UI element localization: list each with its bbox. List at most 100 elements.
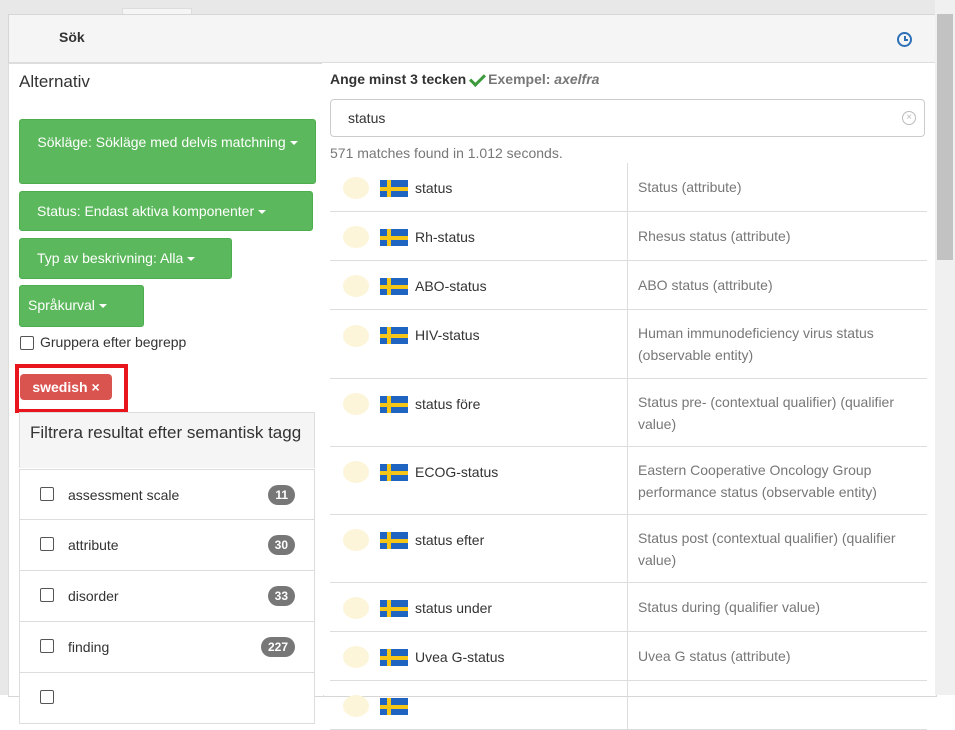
- semantic-tag-count-badge: 11: [268, 485, 295, 505]
- status-dropdown[interactable]: Status: Endast aktiva komponenter: [19, 191, 313, 231]
- status-label: Status: Endast aktiva komponenter: [37, 203, 255, 219]
- results-column: Ange minst 3 tecken Exempel: axelfra stat…: [322, 63, 935, 730]
- swedish-flag-icon: [380, 278, 408, 295]
- search-mode-label: Sökläge: Sökläge med delvis matchning: [37, 134, 286, 150]
- group-by-concept-checkbox[interactable]: [20, 336, 34, 351]
- result-row[interactable]: ECOG-status Eastern Cooperative Oncology…: [330, 447, 927, 515]
- search-input[interactable]: status ×: [330, 99, 925, 137]
- result-term[interactable]: status före: [415, 396, 480, 412]
- example-value: axelfra: [554, 71, 600, 87]
- semantic-tag-checkbox[interactable]: [40, 639, 54, 653]
- result-row[interactable]: HIV-status Human immunodeficiency virus …: [330, 310, 927, 379]
- status-dot-icon: [343, 597, 369, 619]
- semantic-tag-list: assessment scale 11 attribute 30 disorde…: [19, 469, 315, 724]
- semantic-tag-count-badge: 33: [267, 586, 295, 606]
- result-row[interactable]: status efter Status post (contextual qua…: [330, 515, 927, 583]
- result-description: Status during (qualifier value): [638, 599, 821, 615]
- result-row[interactable]: status före Status pre- (contextual qual…: [330, 379, 927, 447]
- status-dot-icon: [343, 393, 369, 415]
- semantic-tag-checkbox[interactable]: [40, 588, 54, 602]
- result-term-cell: ECOG-status: [330, 447, 628, 514]
- semantic-tag-item[interactable]: disorder 33: [19, 571, 315, 622]
- semantic-tag-label: assessment scale: [68, 487, 180, 503]
- result-row[interactable]: Uvea G-status Uvea G status (attribute): [330, 632, 927, 681]
- result-term[interactable]: status efter: [415, 532, 484, 548]
- result-term[interactable]: ABO-status: [415, 278, 487, 294]
- swedish-flag-icon: [380, 600, 408, 617]
- swedish-flag-icon: [380, 464, 408, 481]
- swedish-flag-icon: [380, 396, 408, 413]
- result-row[interactable]: [330, 681, 927, 730]
- semantic-tag-label: finding: [68, 639, 110, 655]
- result-term[interactable]: status under: [415, 600, 492, 616]
- status-dot-icon: [343, 461, 369, 483]
- status-dot-icon: [343, 325, 369, 347]
- result-description: Uvea G status (attribute): [638, 648, 791, 664]
- result-term-cell: status: [330, 163, 628, 211]
- description-type-dropdown[interactable]: Typ av beskrivning: Alla: [19, 238, 232, 279]
- scrollbar-thumb[interactable]: [937, 14, 953, 260]
- result-term-cell: status efter: [330, 515, 628, 582]
- panel-header: Sök: [9, 15, 936, 63]
- semantic-tag-checkbox[interactable]: [40, 487, 54, 501]
- language-filter-tag[interactable]: swedish ×: [20, 374, 112, 400]
- result-term[interactable]: Rh-status: [415, 229, 475, 245]
- group-by-concept[interactable]: Gruppera efter begrepp: [20, 334, 186, 351]
- result-term-cell: Uvea G-status: [330, 632, 628, 680]
- result-term[interactable]: ECOG-status: [415, 464, 498, 480]
- semantic-tag-item[interactable]: [19, 673, 315, 724]
- result-description: Eastern Cooperative Oncology Group perfo…: [638, 462, 877, 500]
- result-row[interactable]: status Status (attribute): [330, 163, 927, 212]
- status-dot-icon: [343, 695, 369, 717]
- panel-title: Sök: [59, 29, 85, 45]
- caret-down-icon: [289, 141, 298, 146]
- caret-down-icon: [98, 304, 107, 309]
- clock-icon[interactable]: [897, 32, 912, 47]
- description-type-label: Typ av beskrivning: Alla: [37, 250, 184, 266]
- result-description: Rhesus status (attribute): [638, 228, 791, 244]
- status-dot-icon: [343, 177, 369, 199]
- result-term[interactable]: HIV-status: [415, 327, 480, 343]
- semantic-tag-item[interactable]: finding 227: [19, 622, 315, 673]
- caret-down-icon: [187, 257, 196, 262]
- caret-down-icon: [258, 210, 267, 215]
- result-term[interactable]: Uvea G-status: [415, 649, 504, 665]
- status-dot-icon: [343, 226, 369, 248]
- example-label: Exempel:: [488, 71, 551, 87]
- match-info: 571 matches found in 1.012 seconds.: [330, 145, 563, 161]
- semantic-tag-item[interactable]: attribute 30: [19, 520, 315, 571]
- semantic-tag-count-badge: 30: [267, 535, 295, 555]
- status-dot-icon: [343, 646, 369, 668]
- page-scrollbar[interactable]: [935, 0, 955, 695]
- result-term[interactable]: status: [415, 180, 452, 196]
- semantic-tag-count-badge: 227: [260, 637, 295, 657]
- language-dropdown[interactable]: Språkurval: [19, 285, 144, 327]
- swedish-flag-icon: [380, 327, 408, 344]
- result-row[interactable]: status under Status during (qualifier va…: [330, 583, 927, 632]
- result-row[interactable]: Rh-status Rhesus status (attribute): [330, 212, 927, 261]
- result-term-cell: Rh-status: [330, 212, 628, 260]
- swedish-flag-icon: [380, 698, 408, 715]
- status-dot-icon: [343, 275, 369, 297]
- clear-icon[interactable]: ×: [902, 111, 916, 125]
- search-mode-dropdown[interactable]: Sökläge: Sökläge med delvis matchning: [19, 119, 316, 184]
- sidebar-title: Alternativ: [19, 72, 90, 91]
- result-term-cell: HIV-status: [330, 310, 628, 378]
- result-term-cell: status före: [330, 379, 628, 446]
- options-sidebar: Alternativ Sökläge: Sökläge med delvis m…: [8, 63, 324, 724]
- status-dot-icon: [343, 529, 369, 551]
- result-row[interactable]: ABO-status ABO status (attribute): [330, 261, 927, 310]
- semantic-tag-item[interactable]: assessment scale 11: [19, 469, 315, 520]
- search-hint: Ange minst 3 tecken Exempel: axelfra: [330, 70, 600, 88]
- swedish-flag-icon: [380, 229, 408, 246]
- swedish-flag-icon: [380, 649, 408, 666]
- semantic-tag-checkbox[interactable]: [40, 690, 54, 704]
- result-description: ABO status (attribute): [638, 277, 773, 293]
- language-label: Språkurval: [28, 297, 95, 313]
- semantic-filter-title: Filtrera resultat efter semantisk tagg: [19, 412, 315, 468]
- result-description: Status pre- (contextual qualifier) (qual…: [638, 394, 895, 432]
- swedish-flag-icon: [380, 532, 408, 549]
- results-table: status Status (attribute) Rh-status Rhes…: [330, 163, 927, 730]
- semantic-tag-checkbox[interactable]: [40, 537, 54, 551]
- result-description: Status (attribute): [638, 179, 742, 195]
